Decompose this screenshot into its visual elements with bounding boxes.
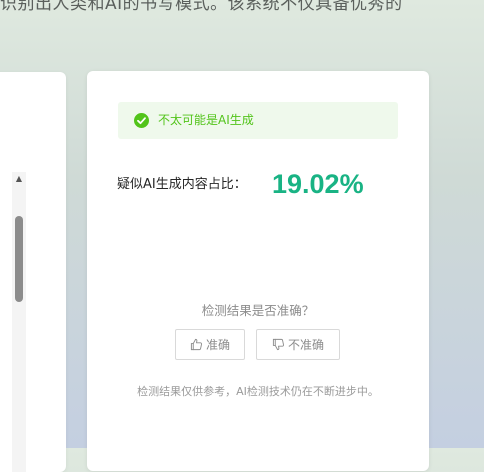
accurate-button-label: 准确: [205, 338, 230, 352]
accurate-button[interactable]: 准确: [175, 329, 245, 360]
status-text: 不太可能是AI生成: [158, 113, 254, 127]
scrollbar[interactable]: ▲: [12, 172, 26, 472]
background-heading-text: 识别出人类和AI的书写模式。该系统不仅具备优秀的: [0, 0, 403, 14]
input-text-panel: 能 弄得 手 不治 叨慢 两脑 ▲: [0, 72, 66, 472]
check-circle-icon: [134, 113, 149, 128]
detection-result-card: 不太可能是AI生成 疑似AI生成内容占比： 19.02% 检测结果是否准确？ 准…: [87, 71, 429, 471]
disclaimer-text: 检测结果仅供参考，AI检测技术仍在不断进步中。: [137, 385, 379, 398]
inaccurate-button[interactable]: 不准确: [256, 329, 340, 360]
caret-up-icon[interactable]: ▲: [12, 172, 26, 186]
thumbs-down-icon: [272, 338, 285, 351]
inaccurate-button-label: 不准确: [287, 338, 324, 352]
thumbs-up-icon: [190, 338, 203, 351]
scrollbar-thumb[interactable]: [15, 216, 23, 302]
ai-ratio-label: 疑似AI生成内容占比：: [117, 177, 247, 192]
accuracy-question: 检测结果是否准确？: [201, 303, 315, 318]
status-alert: 不太可能是AI生成: [118, 102, 398, 139]
ai-ratio-value: 19.02%: [272, 169, 364, 199]
